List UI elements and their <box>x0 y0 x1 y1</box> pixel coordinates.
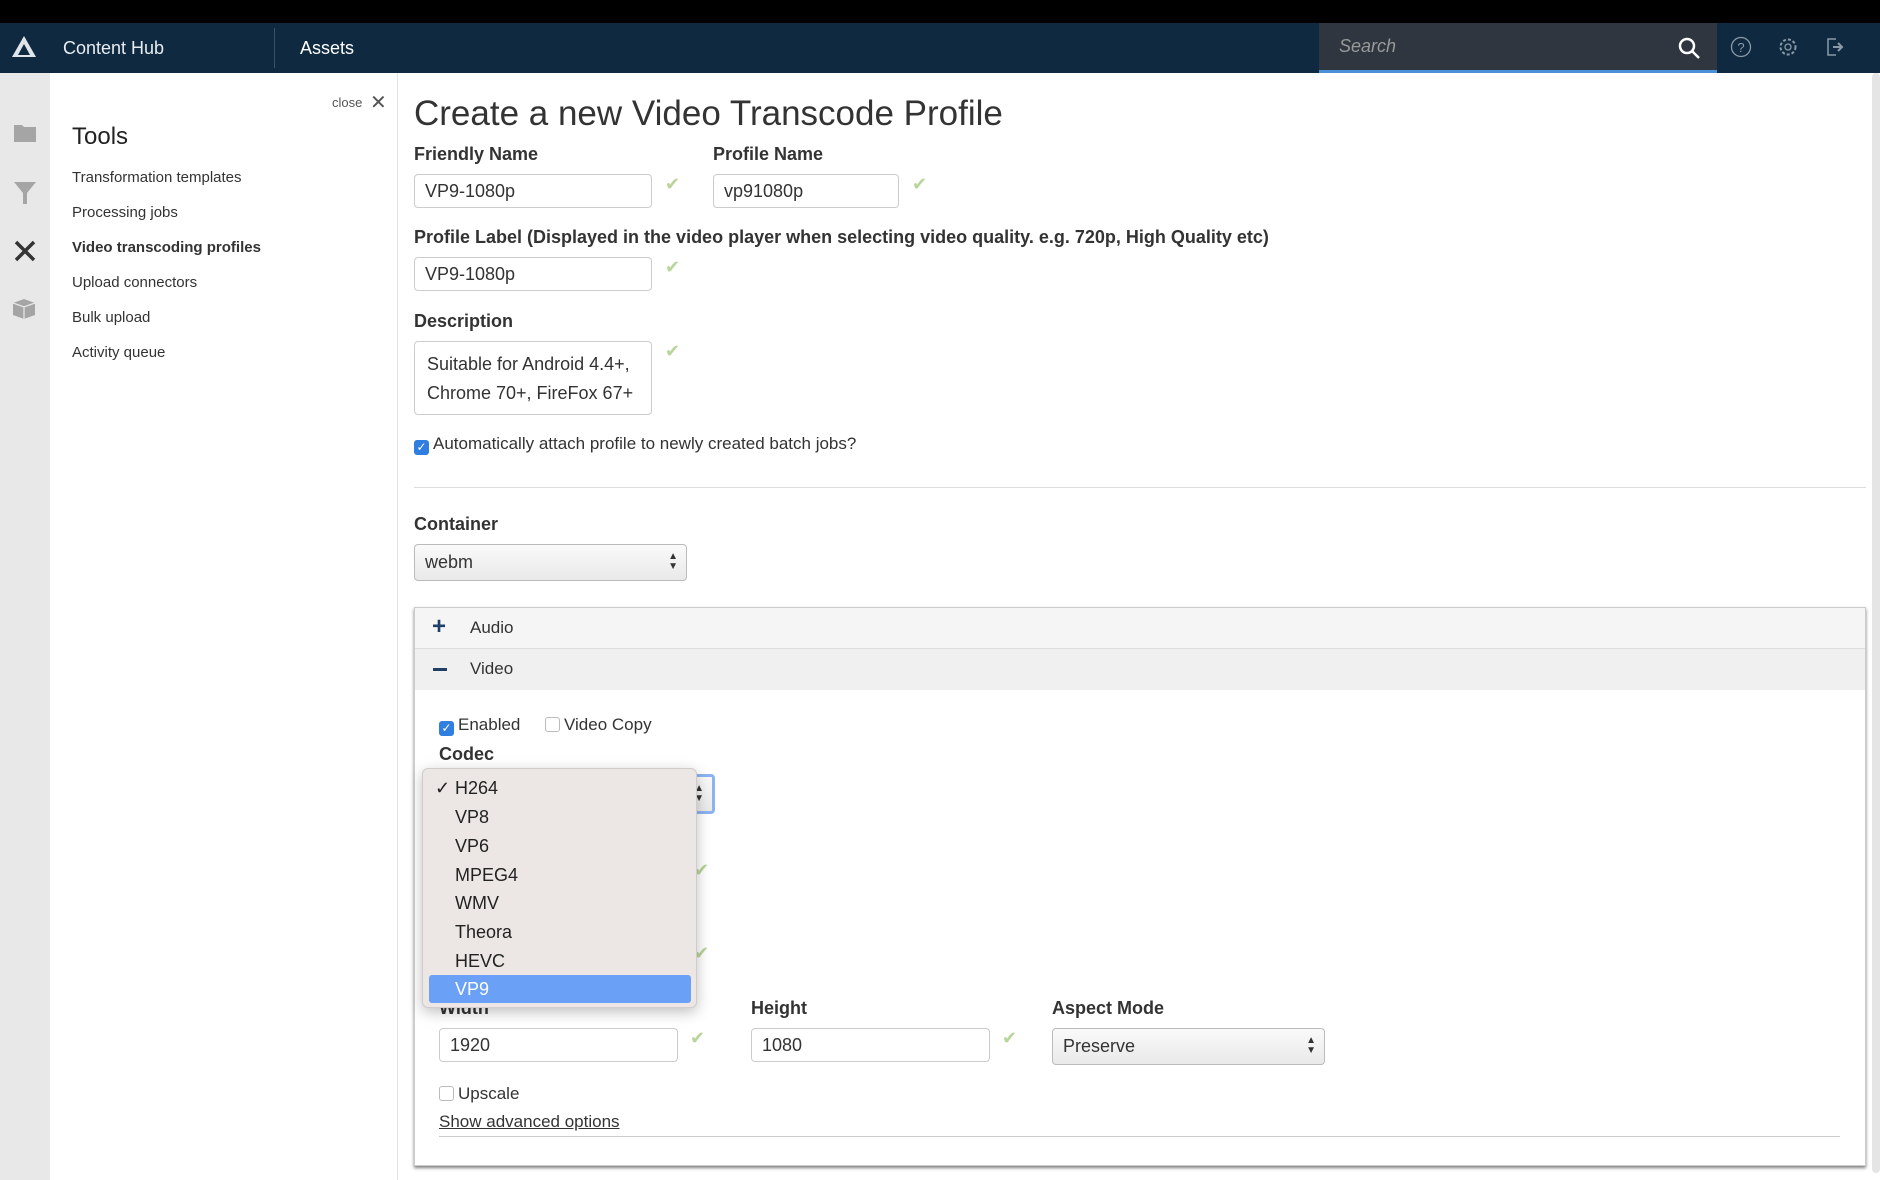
description-label: Description <box>414 311 514 331</box>
top-nav: Content Hub Assets ? <box>0 23 1880 73</box>
gear-icon[interactable] <box>1777 36 1799 58</box>
scrollbar[interactable] <box>1872 73 1880 1173</box>
minus-icon <box>433 668 447 671</box>
checkbox-checked[interactable]: ✓ <box>439 721 454 736</box>
codec-option-vp8[interactable]: VP8 <box>429 803 691 831</box>
checkmark-icon: ✓ <box>435 778 451 798</box>
valid-check-icon: ✔ <box>665 174 681 194</box>
valid-check-icon: ✔ <box>665 257 681 277</box>
help-icon[interactable]: ? <box>1730 36 1752 58</box>
profile-label-label: Profile Label (Displayed in the video pl… <box>414 227 1269 247</box>
nav-divider <box>274 28 275 68</box>
checkbox-unchecked[interactable] <box>439 1086 454 1101</box>
description-textarea[interactable]: Suitable for Android 4.4+, Chrome 70+, F… <box>414 341 652 415</box>
upscale-checkbox[interactable]: Upscale <box>439 1084 519 1104</box>
container-label: Container <box>414 514 499 534</box>
divider <box>439 1136 1840 1137</box>
enabled-checkbox[interactable]: ✓ Enabled <box>439 715 520 736</box>
video-copy-label: Video Copy <box>564 715 652 734</box>
profile-name-label: Profile Name <box>713 144 824 164</box>
codec-label: Codec <box>439 744 495 764</box>
video-copy-checkbox[interactable]: Video Copy <box>545 715 652 735</box>
codec-option-wmv[interactable]: WMV <box>429 889 691 917</box>
friendly-name-input[interactable] <box>414 174 652 208</box>
nav-assets[interactable]: Assets <box>300 38 354 59</box>
tool-upload-connectors[interactable]: Upload connectors <box>72 274 197 291</box>
tool-video-transcoding-profiles[interactable]: Video transcoding profiles <box>72 239 261 256</box>
divider <box>414 487 1866 488</box>
codec-dropdown: ✓ H264 VP8 VP6 MPEG4 WMV Theora HEVC VP9 <box>422 768 697 1008</box>
profile-name-input[interactable] <box>713 174 899 208</box>
tool-activity-queue[interactable]: Activity queue <box>72 344 165 361</box>
codec-option-vp9[interactable]: VP9 <box>429 975 691 1003</box>
audio-header[interactable]: + Audio <box>415 608 1865 649</box>
show-advanced-options-link[interactable]: Show advanced options <box>439 1112 620 1132</box>
width-input[interactable] <box>439 1028 678 1062</box>
page-title: Create a new Video Transcode Profile <box>414 94 1003 133</box>
svg-text:?: ? <box>1737 40 1744 55</box>
height-input[interactable] <box>751 1028 990 1062</box>
folder-icon[interactable] <box>13 123 37 143</box>
search-box <box>1319 23 1717 73</box>
select-arrows-icon: ▲ ▼ <box>1306 1035 1316 1056</box>
tools-icon[interactable] <box>13 239 37 263</box>
video-header[interactable]: Video <box>415 649 1865 690</box>
tool-transformation-templates[interactable]: Transformation templates <box>72 169 242 186</box>
codec-option-hevc[interactable]: HEVC <box>429 947 691 975</box>
aspect-mode-label: Aspect Mode <box>1052 998 1165 1018</box>
valid-check-icon: ✔ <box>1002 1028 1018 1048</box>
audio-label: Audio <box>470 618 514 637</box>
container-value: webm <box>425 552 474 572</box>
option-label: H264 <box>455 778 499 798</box>
codec-option-mpeg4[interactable]: MPEG4 <box>429 861 691 889</box>
filter-icon[interactable] <box>13 181 37 205</box>
friendly-name-label: Friendly Name <box>414 144 539 164</box>
upscale-label: Upscale <box>458 1084 520 1103</box>
tool-processing-jobs[interactable]: Processing jobs <box>72 204 178 221</box>
tools-panel: close ✕ Tools Transformation templates P… <box>50 73 398 1180</box>
checkbox-unchecked[interactable] <box>545 717 560 732</box>
valid-check-icon: ✔ <box>690 1028 706 1048</box>
logout-icon[interactable] <box>1824 36 1846 58</box>
checkbox-checked[interactable]: ✓ <box>414 440 429 455</box>
profile-label-input[interactable] <box>414 257 652 291</box>
codec-option-vp6[interactable]: VP6 <box>429 832 691 860</box>
panel-title: Tools <box>72 123 129 150</box>
box-icon[interactable] <box>12 298 36 320</box>
search-input[interactable] <box>1319 23 1659 70</box>
search-icon[interactable] <box>1677 36 1701 60</box>
container-select[interactable]: webm ▲ ▼ <box>414 544 687 581</box>
close-label[interactable]: close <box>332 95 362 110</box>
plus-icon: + <box>432 613 447 640</box>
enabled-label: Enabled <box>458 715 521 734</box>
video-label: Video <box>470 659 514 678</box>
valid-check-icon: ✔ <box>912 174 928 194</box>
codec-option-theora[interactable]: Theora <box>429 918 691 946</box>
aspect-mode-value: Preserve <box>1063 1036 1136 1056</box>
auto-attach-checkbox[interactable]: ✓ Automatically attach profile to newly c… <box>414 434 856 455</box>
app-name[interactable]: Content Hub <box>63 38 164 59</box>
logo-icon[interactable] <box>11 35 37 59</box>
tool-bulk-upload[interactable]: Bulk upload <box>72 309 150 326</box>
valid-check-icon: ✔ <box>665 341 681 361</box>
aspect-mode-select[interactable]: Preserve ▲ ▼ <box>1052 1028 1325 1065</box>
top-bar <box>0 0 1880 23</box>
height-label: Height <box>751 998 807 1018</box>
close-icon[interactable]: ✕ <box>370 90 387 115</box>
auto-attach-label: Automatically attach profile to newly cr… <box>433 434 857 453</box>
codec-option-h264[interactable]: ✓ H264 <box>429 774 691 802</box>
icon-rail <box>0 73 50 1180</box>
select-arrows-icon: ▲ ▼ <box>668 551 678 572</box>
